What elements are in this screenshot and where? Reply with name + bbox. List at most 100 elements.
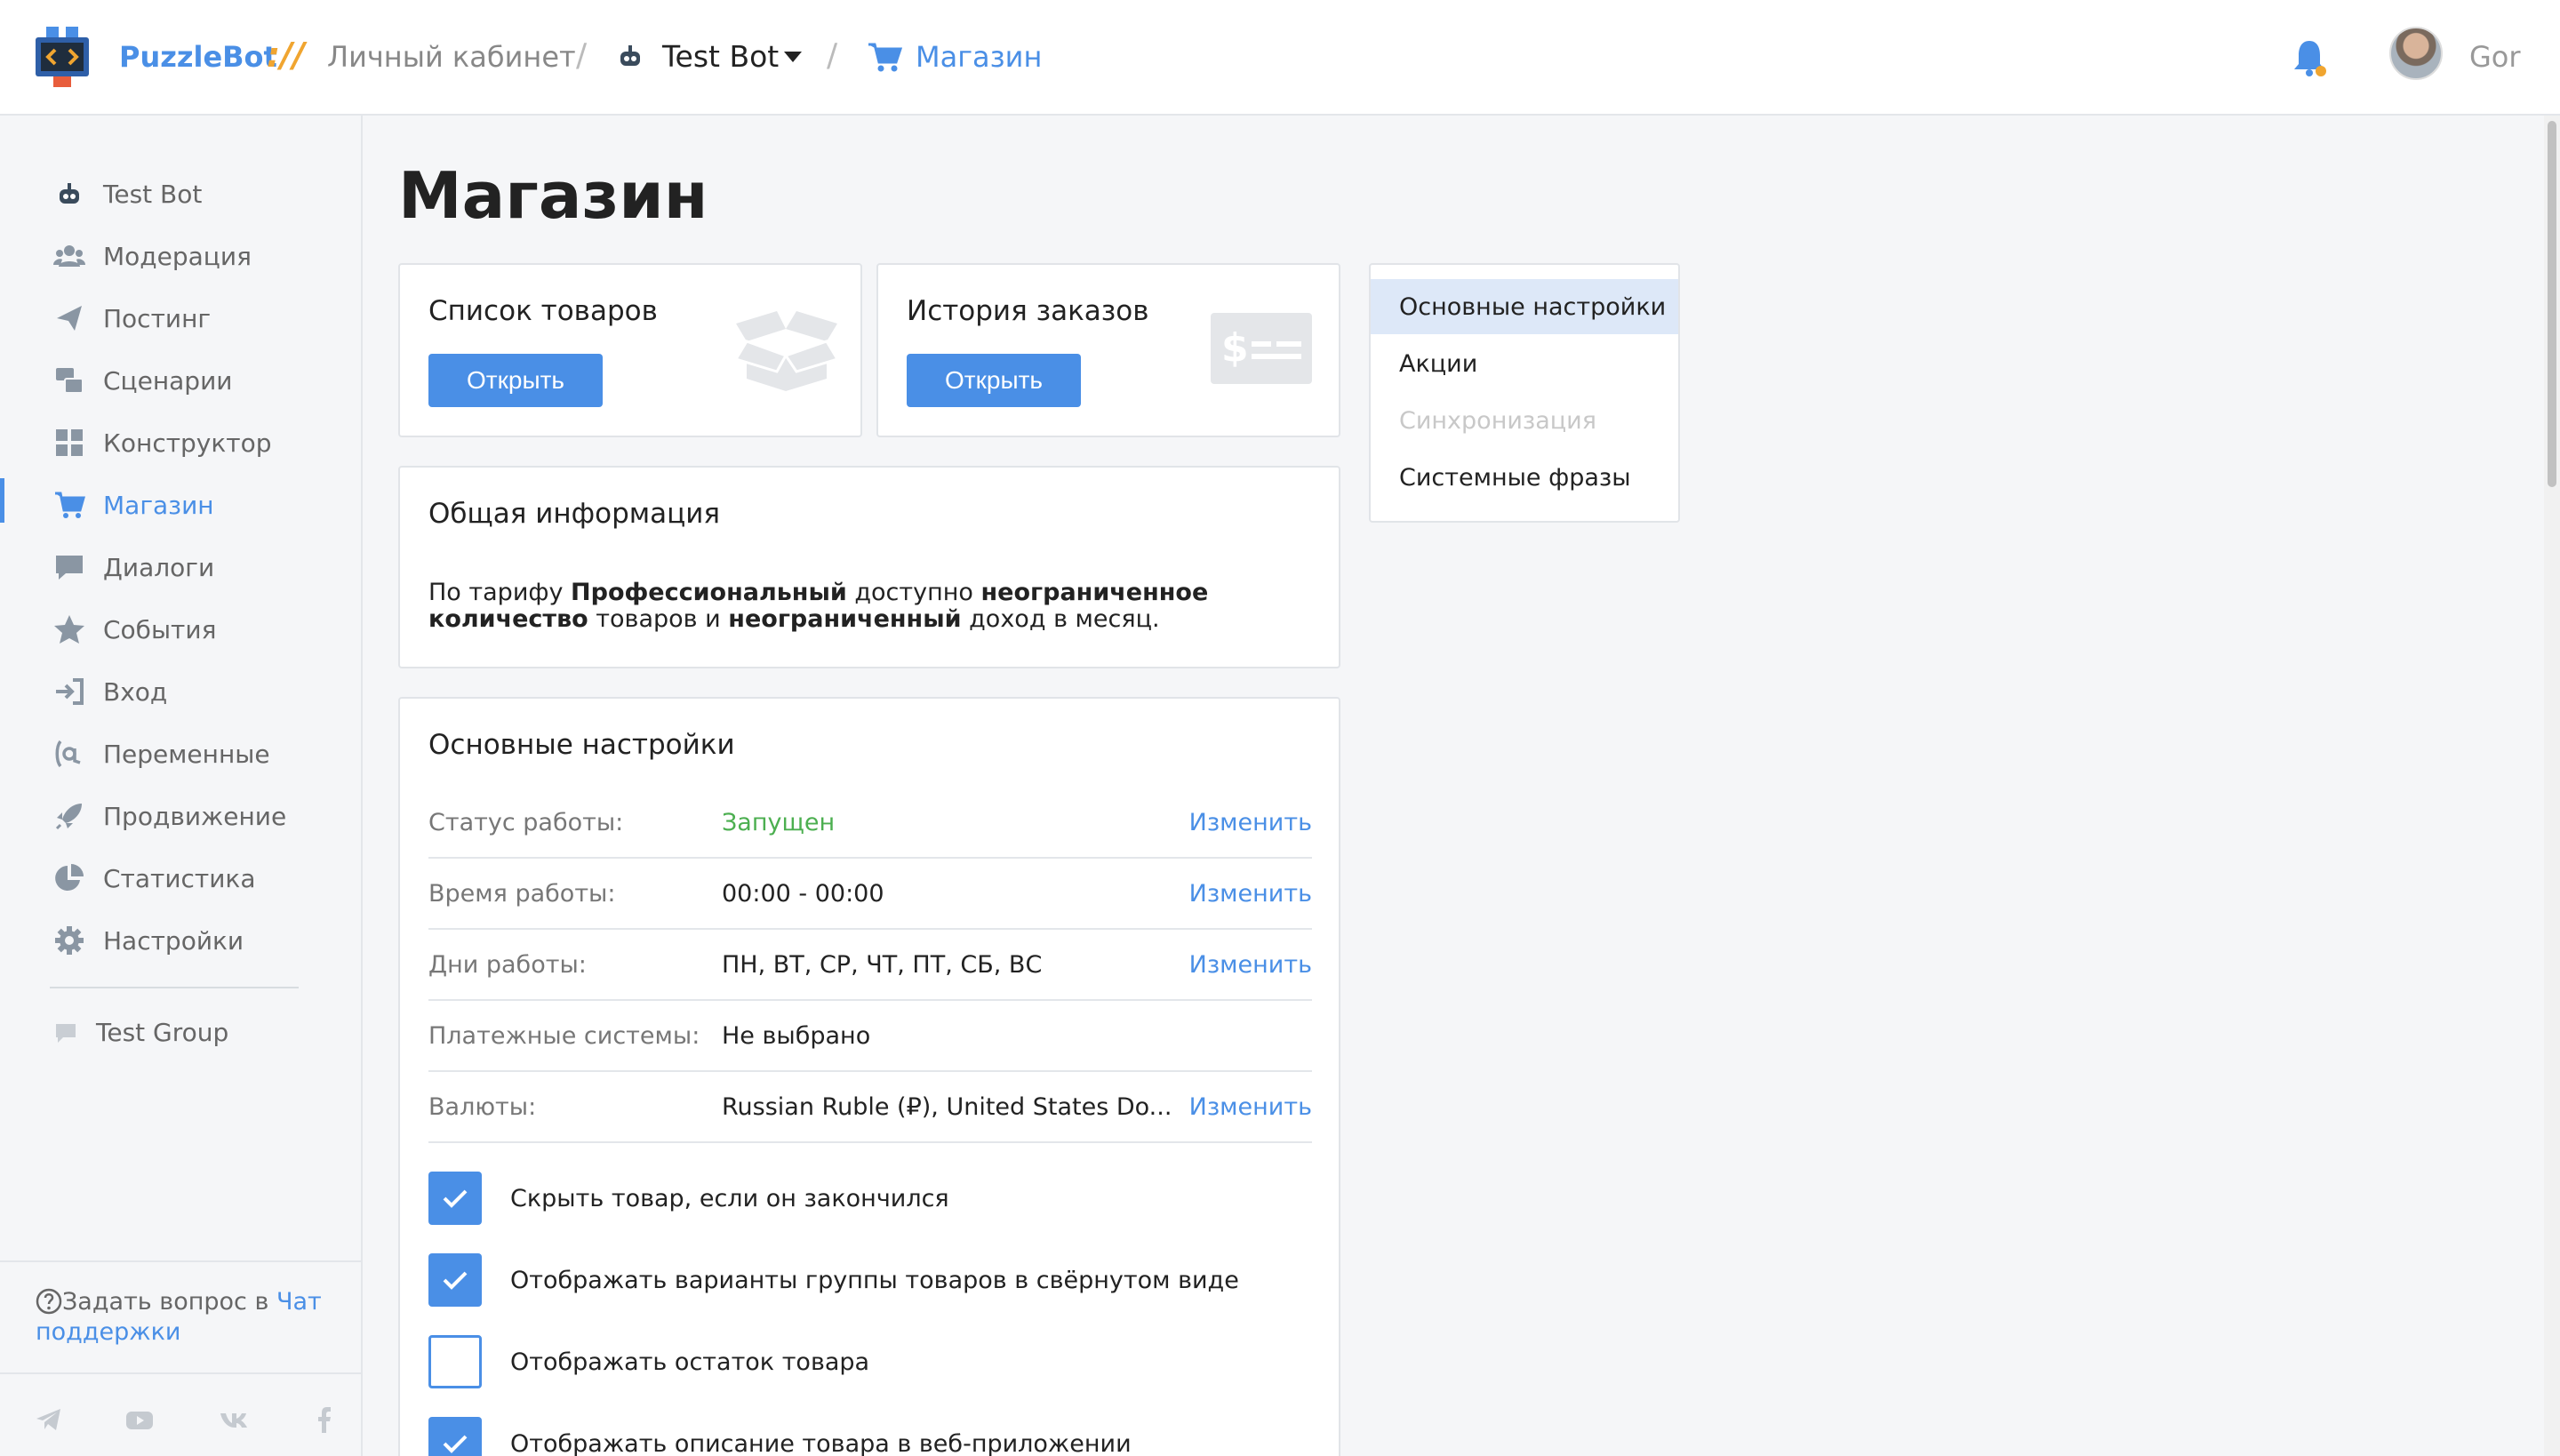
setting-row-work-time: Время работы: 00:00 - 00:00 Изменить [428, 859, 1312, 930]
rocket-icon [55, 804, 82, 830]
telegram-icon[interactable] [34, 1404, 64, 1435]
sidebar-item-moderation[interactable]: Модерация [53, 240, 252, 272]
sidebar-item-dialogs[interactable]: Диалоги [53, 551, 214, 583]
setting-row-currencies: Валюты: Russian Ruble (₽), United States… [428, 1072, 1312, 1143]
money-bill-icon: $ [1211, 313, 1312, 384]
setting-value: Не выбрано [722, 1022, 871, 1050]
change-work-days-link[interactable]: Изменить [1189, 951, 1312, 979]
setting-label: Платежные системы: [428, 1022, 700, 1050]
sidebar-item-label: Постинг [103, 303, 212, 333]
setting-label: Время работы: [428, 880, 616, 908]
menu-item-sync: Синхронизация [1399, 406, 1596, 435]
option-hide-out-of-stock[interactable]: Скрыть товар, если он закончился [428, 1172, 949, 1225]
bell-icon[interactable] [2292, 37, 2327, 78]
sidebar-item-statistics[interactable]: Статистика [53, 862, 256, 894]
tariff-info-text: По тарифу Профессиональный доступно неог… [428, 579, 1209, 633]
sidebar-item-label: Настройки [103, 925, 244, 956]
menu-item-system-phrases[interactable]: Системные фразы [1371, 450, 1678, 505]
option-show-stock[interactable]: Отображать остаток товара [428, 1335, 869, 1388]
users-icon [53, 245, 85, 267]
main-settings-card: Основные настройки Статус работы: Запуще… [398, 697, 1340, 1456]
vk-icon[interactable] [219, 1404, 249, 1435]
bot-icon [620, 45, 640, 66]
open-products-button[interactable]: Открыть [428, 354, 603, 407]
sidebar-item-scenarios[interactable]: Сценарии [53, 364, 232, 396]
sidebar-footer-divider [0, 1260, 361, 1262]
general-info-card: Общая информация По тарифу Профессиональ… [398, 466, 1340, 668]
sidebar-footer-divider [0, 1372, 361, 1374]
youtube-icon[interactable] [124, 1404, 155, 1435]
sidebar-item-login[interactable]: Вход [53, 676, 167, 708]
brand-name[interactable]: PuzzleBot [119, 40, 277, 74]
breadcrumb-divider: / [827, 37, 838, 74]
checkbox-checked[interactable] [428, 1253, 482, 1307]
sidebar-item-variables[interactable]: Переменные [53, 738, 270, 770]
grid-icon [56, 429, 83, 456]
setting-value: 00:00 - 00:00 [722, 880, 884, 908]
paper-plane-icon [57, 306, 82, 331]
sidebar-item-promotion[interactable]: Продвижение [53, 800, 286, 832]
card-title: История заказов [907, 295, 1149, 327]
sidebar-item-test-bot[interactable]: Test Bot [53, 178, 202, 210]
chat-bubble-icon [56, 1023, 76, 1043]
check-icon [443, 1189, 468, 1208]
active-indicator [0, 478, 4, 523]
sidebar-item-constructor[interactable]: Конструктор [53, 427, 272, 459]
card-title: Список товаров [428, 295, 658, 327]
sidebar-item-label: Сценарии [103, 365, 233, 396]
change-currencies-link[interactable]: Изменить [1189, 1093, 1312, 1121]
option-label: Отображать описание товара в веб-приложе… [510, 1429, 1132, 1456]
setting-row-status: Статус работы: Запущен Изменить [428, 788, 1312, 859]
star-icon [54, 615, 84, 644]
chevron-down-icon[interactable] [784, 52, 802, 62]
sidebar-item-test-group[interactable]: Test Group [53, 1018, 228, 1047]
setting-row-payment-systems: Платежные системы: Не выбрано [428, 1001, 1312, 1072]
user-name[interactable]: Gor [2469, 40, 2521, 74]
sidebar-item-posting[interactable]: Постинг [53, 302, 211, 334]
setting-row-work-days: Дни работы: ПН, ВТ, СР, ЧТ, ПТ, СБ, ВС И… [428, 930, 1312, 1001]
bot-selector[interactable]: Test Bot [662, 39, 779, 74]
menu-item-main-settings[interactable]: Основные настройки [1371, 279, 1678, 334]
option-label: Отображать остаток товара [510, 1348, 870, 1376]
sidebar-item-shop[interactable]: Магазин [53, 489, 214, 521]
sidebar-item-events[interactable]: События [53, 613, 216, 645]
setting-label: Валюты: [428, 1093, 537, 1121]
option-label: Отображать варианты группы товаров в свё… [510, 1266, 1239, 1294]
question-icon [36, 1288, 62, 1315]
setting-value: ПН, ВТ, СР, ЧТ, ПТ, СБ, ВС [722, 951, 1043, 979]
change-work-time-link[interactable]: Изменить [1189, 880, 1312, 908]
option-collapsed-variants[interactable]: Отображать варианты группы товаров в свё… [428, 1253, 1239, 1307]
scrollbar-thumb[interactable] [2548, 121, 2556, 487]
option-show-description-webapp[interactable]: Отображать описание товара в веб-приложе… [428, 1417, 1132, 1456]
checkbox-checked[interactable] [428, 1172, 482, 1225]
sidebar-item-label: Конструктор [103, 428, 272, 458]
change-status-link[interactable]: Изменить [1189, 809, 1312, 836]
puzzlebot-logo-icon[interactable] [34, 25, 91, 89]
checkbox-unchecked[interactable] [428, 1335, 482, 1388]
box-open-icon [734, 311, 839, 391]
sidebar-item-settings[interactable]: Настройки [53, 924, 244, 956]
pie-chart-icon [55, 864, 84, 891]
scenario-icon [56, 368, 84, 394]
option-label: Скрыть товар, если он закончился [510, 1184, 949, 1212]
help-text: Задать вопрос в [62, 1288, 269, 1316]
cart-icon [868, 43, 902, 72]
breadcrumb-cabinet[interactable]: Личный кабинет [327, 40, 576, 74]
bot-icon [60, 183, 79, 204]
facebook-icon[interactable] [309, 1404, 340, 1435]
sidebar-divider [50, 987, 299, 988]
checkbox-checked[interactable] [428, 1417, 482, 1456]
avatar[interactable] [2389, 27, 2443, 80]
breadcrumb-divider: / [576, 37, 588, 74]
brand-separator: :// [267, 36, 305, 75]
open-orders-button[interactable]: Открыть [907, 354, 1081, 407]
sidebar-item-label: Статистика [103, 863, 256, 893]
menu-item-promotions[interactable]: Акции [1371, 336, 1678, 391]
check-icon [443, 1271, 468, 1290]
setting-value: Запущен [722, 809, 836, 836]
card-title: Общая информация [428, 498, 721, 530]
support-help: Задать вопрос в Чат поддержки [36, 1287, 338, 1348]
sidebar-item-label: Вход [103, 676, 168, 707]
sidebar-item-label: Переменные [103, 739, 270, 769]
sidebar-item-label: Модерация [103, 241, 252, 271]
